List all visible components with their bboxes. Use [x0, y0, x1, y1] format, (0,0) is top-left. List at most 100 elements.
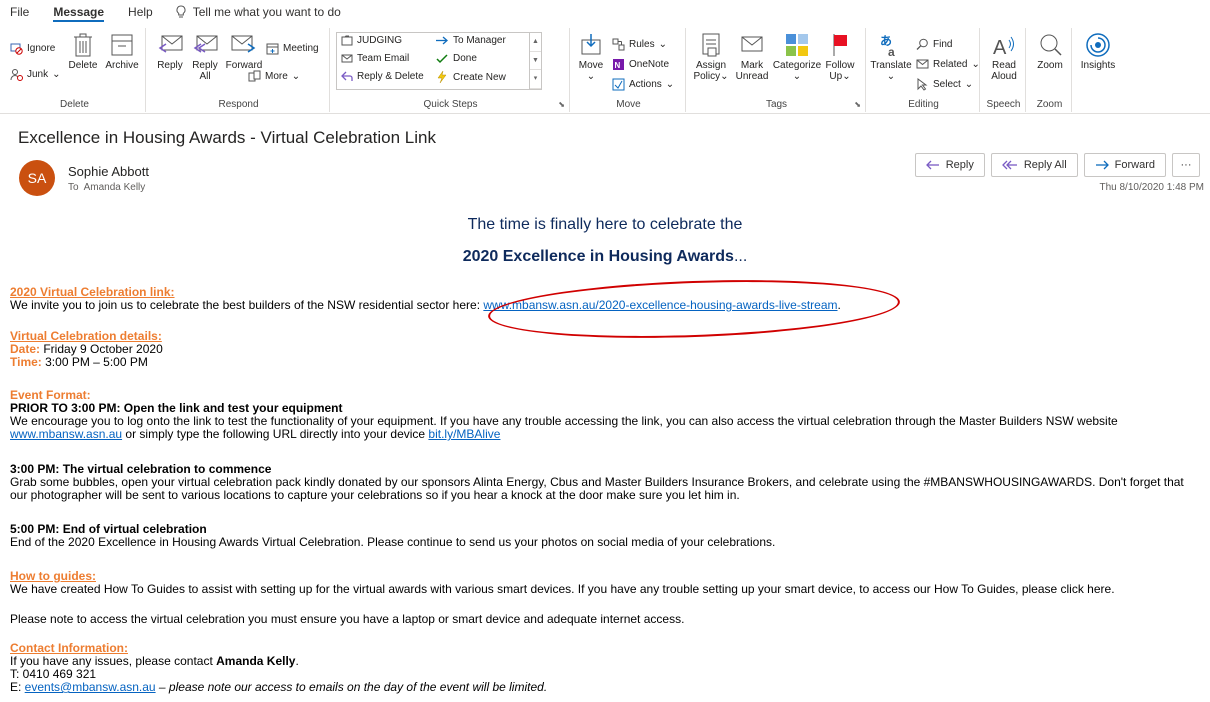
- actions-button[interactable]: Actions ⌄: [612, 78, 674, 91]
- more-respond-icon: [248, 70, 261, 82]
- tell-me-search[interactable]: Tell me what you want to do: [165, 5, 341, 19]
- move-icon: [581, 34, 601, 55]
- onenote-button[interactable]: N OneNote: [612, 58, 669, 71]
- quick-steps-launcher-icon[interactable]: ⬊: [558, 100, 565, 109]
- svg-text:a: a: [888, 45, 895, 58]
- reply-mail-icon: [158, 35, 183, 53]
- avatar[interactable]: SA: [19, 160, 55, 196]
- header-reply-all-button[interactable]: Reply All: [990, 153, 1078, 177]
- header-forward-button[interactable]: Forward: [1083, 153, 1166, 177]
- five-pm-paragraph: End of the 2020 Excellence in Housing Aw…: [10, 535, 776, 549]
- forward-mail-icon: [231, 35, 256, 53]
- details-section: Virtual Celebration details: Date: Frida…: [10, 330, 1200, 369]
- ignore-button[interactable]: Ignore: [10, 42, 55, 55]
- group-label-editing: Editing: [908, 99, 939, 110]
- quick-step-judging[interactable]: JUDGING: [341, 35, 402, 46]
- categorize-button[interactable]: Categorize ⌄: [772, 32, 822, 82]
- reply-button[interactable]: Reply: [154, 32, 186, 71]
- insights-button[interactable]: Insights: [1076, 32, 1120, 71]
- junk-button[interactable]: Junk ⌄: [10, 68, 61, 81]
- quick-step-to-manager[interactable]: To Manager: [435, 35, 506, 46]
- group-label-move: Move: [616, 99, 641, 110]
- website-link[interactable]: www.mbansw.asn.au: [10, 427, 122, 441]
- forward-arrow-icon: [1095, 160, 1109, 170]
- related-button[interactable]: Related ⌄: [916, 58, 980, 71]
- quick-step-done[interactable]: Done: [435, 53, 477, 64]
- select-button[interactable]: Select ⌄: [916, 78, 973, 91]
- assign-policy-button[interactable]: Assign Policy⌄: [690, 32, 732, 82]
- assign-policy-icon: [702, 33, 720, 57]
- find-icon: [916, 38, 928, 50]
- group-tags: Assign Policy⌄ Mark Unread Categorize ⌄ F…: [688, 28, 866, 112]
- cursor-icon: [917, 78, 928, 91]
- quick-step-team-email[interactable]: Team Email: [341, 53, 409, 64]
- three-pm-section: 3:00 PM: The virtual celebration to comm…: [10, 463, 1200, 502]
- move-button[interactable]: Move ⌄: [576, 32, 606, 82]
- short-link[interactable]: bit.ly/MBAlive: [428, 427, 500, 441]
- read-aloud-icon: A: [993, 36, 1014, 58]
- email-link[interactable]: events@mbansw.asn.au: [25, 680, 156, 694]
- tags-launcher-icon[interactable]: ⬊: [854, 100, 861, 109]
- email-line: E: events@mbansw.asn.au – please note ou…: [10, 680, 548, 694]
- onenote-icon: N: [613, 59, 624, 70]
- reply-delete-icon: [341, 71, 353, 81]
- quick-step-create-new[interactable]: Create New: [435, 71, 506, 83]
- zoom-button[interactable]: Zoom: [1030, 32, 1070, 71]
- translate-button[interactable]: あa Translate ⌄: [870, 32, 912, 82]
- scroll-up-icon[interactable]: ▲: [530, 33, 541, 52]
- meeting-button[interactable]: Meeting: [266, 42, 319, 55]
- delete-button[interactable]: Delete: [66, 32, 100, 71]
- quick-step-reply-delete[interactable]: Reply & Delete: [341, 71, 424, 82]
- more-actions-button[interactable]: ···: [1172, 153, 1200, 177]
- group-label-zoom: Zoom: [1036, 99, 1063, 110]
- forward-button[interactable]: Forward: [224, 32, 264, 71]
- recipient-name[interactable]: Amanda Kelly: [84, 182, 146, 193]
- junk-icon: [10, 69, 23, 81]
- find-button[interactable]: Find: [916, 38, 952, 51]
- contact-section: Contact Information: If you have any iss…: [10, 642, 1200, 694]
- team-email-icon: [341, 54, 353, 63]
- lightbulb-icon: [176, 5, 186, 18]
- more-respond-button[interactable]: More ⌄: [248, 70, 300, 83]
- trash-icon: [74, 33, 92, 57]
- reply-all-button[interactable]: Reply All: [188, 32, 222, 82]
- contact-line: If you have any issues, please contact A…: [10, 654, 299, 668]
- date-line: Date: Friday 9 October 2020: [10, 342, 163, 356]
- group-quick-steps: JUDGING Team Email Reply & Delete To Man…: [332, 28, 570, 112]
- quick-steps-scroll[interactable]: ▲ ▼ ▾: [529, 33, 541, 89]
- group-label-respond: Respond: [218, 99, 259, 110]
- tab-file[interactable]: File: [0, 0, 41, 24]
- mark-unread-button[interactable]: Mark Unread: [734, 32, 770, 82]
- sender-name[interactable]: Sophie Abbott: [68, 164, 149, 179]
- lightning-icon: [437, 71, 447, 83]
- rules-button[interactable]: Rules ⌄: [612, 38, 667, 51]
- follow-up-button[interactable]: Follow Up⌄: [824, 32, 856, 82]
- group-editing: あa Translate ⌄ Find Related ⌄ Select ⌄ Edit…: [868, 28, 980, 112]
- header-reply-button[interactable]: Reply: [914, 153, 985, 177]
- arrow-right-icon: [436, 36, 448, 45]
- recipient-line: To Amanda Kelly: [68, 182, 145, 193]
- zoom-icon: [1040, 34, 1062, 56]
- tab-message[interactable]: Message: [41, 0, 116, 24]
- folder-icon: [341, 35, 353, 46]
- quick-steps-gallery: JUDGING Team Email Reply & Delete To Man…: [336, 32, 542, 90]
- scroll-down-icon[interactable]: ▼: [530, 52, 541, 71]
- group-respond: Reply Reply All Forward Meeting More ⌄ Re…: [148, 28, 330, 112]
- tab-help[interactable]: Help: [116, 0, 165, 24]
- meeting-icon: [266, 43, 279, 55]
- ribbon-tabs: File Message Help Tell me what you want …: [0, 0, 1210, 24]
- details-heading: Virtual Celebration details:: [10, 329, 162, 343]
- tell-me-text: Tell me what you want to do: [192, 5, 341, 19]
- archive-icon: [111, 34, 133, 56]
- body-headline-2: 2020 Excellence in Housing Awards...: [462, 248, 748, 265]
- mark-unread-icon: [741, 36, 763, 52]
- archive-button[interactable]: Archive: [102, 32, 142, 71]
- actions-icon: [612, 78, 625, 91]
- expand-gallery-icon[interactable]: ▾: [530, 70, 541, 89]
- read-aloud-button[interactable]: A Read Aloud: [984, 32, 1024, 82]
- to-label: To: [68, 182, 79, 193]
- group-delete: Ignore Junk ⌄ Delete Archive Delete: [4, 28, 146, 112]
- related-icon: [916, 59, 929, 69]
- categorize-icon: [786, 34, 808, 56]
- flag-icon: [833, 34, 847, 56]
